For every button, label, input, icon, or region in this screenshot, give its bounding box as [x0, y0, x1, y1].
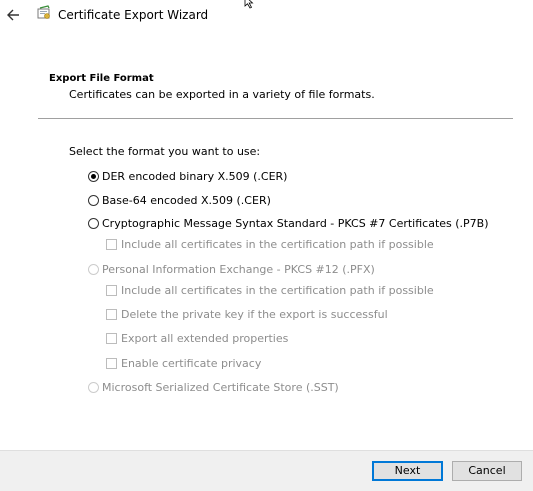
sst-format-radio	[88, 381, 99, 393]
certificate-privacy-checkbox	[106, 357, 117, 369]
sst-format-label: Microsoft Serialized Certificate Store (…	[102, 380, 339, 394]
wizard-footer: Next Cancel	[0, 450, 533, 491]
pkcs7-include-path-checkbox	[106, 238, 117, 250]
pfx-format-radio-row: Personal Information Exchange - PKCS #12…	[88, 261, 375, 277]
next-button[interactable]: Next	[372, 461, 443, 481]
pfx-include-path-checkbox	[106, 284, 117, 296]
pfx-format-radio	[88, 263, 99, 275]
certificate-privacy-checkbox-row: Enable certificate privacy	[106, 355, 261, 371]
export-extended-properties-checkbox	[106, 332, 117, 344]
base64-format-radio[interactable]	[88, 194, 99, 206]
pkcs7-include-path-checkbox-row: Include all certificates in the certific…	[106, 236, 434, 252]
der-format-label[interactable]: DER encoded binary X.509 (.CER)	[102, 170, 287, 183]
page-subtitle: Certificates can be exported in a variet…	[69, 88, 375, 101]
pfx-include-path-label: Include all certificates in the certific…	[121, 283, 434, 297]
back-arrow-icon[interactable]	[4, 6, 24, 24]
pfx-include-path-checkbox-row: Include all certificates in the certific…	[106, 282, 434, 298]
export-extended-properties-checkbox-row: Export all extended properties	[106, 330, 288, 346]
base64-format-radio-row[interactable]: Base-64 encoded X.509 (.CER)	[88, 192, 271, 208]
page-title: Export File Format	[49, 73, 154, 84]
der-format-radio[interactable]	[88, 170, 99, 182]
delete-private-key-label: Delete the private key if the export is …	[121, 307, 388, 321]
window-title: Certificate Export Wizard	[58, 8, 209, 22]
header-divider	[38, 118, 513, 119]
delete-private-key-checkbox	[106, 308, 117, 320]
export-extended-properties-label: Export all extended properties	[121, 331, 289, 345]
format-prompt: Select the format you want to use:	[69, 145, 261, 158]
mouse-pointer-icon	[243, 0, 257, 10]
pkcs7-format-radio[interactable]	[88, 217, 99, 229]
pfx-format-label: Personal Information Exchange - PKCS #12…	[102, 262, 375, 276]
title-bar: Certificate Export Wizard	[0, 0, 533, 30]
certificate-export-wizard-window: Certificate Export Wizard Export File Fo…	[0, 0, 533, 491]
cancel-button[interactable]: Cancel	[452, 461, 522, 481]
pkcs7-include-path-label: Include all certificates in the certific…	[121, 237, 434, 251]
pkcs7-format-label[interactable]: Cryptographic Message Syntax Standard - …	[102, 217, 489, 230]
sst-format-radio-row: Microsoft Serialized Certificate Store (…	[88, 379, 339, 395]
der-format-radio-row[interactable]: DER encoded binary X.509 (.CER)	[88, 168, 287, 184]
pkcs7-format-radio-row[interactable]: Cryptographic Message Syntax Standard - …	[88, 215, 489, 231]
certificate-privacy-label: Enable certificate privacy	[121, 356, 262, 370]
base64-format-label[interactable]: Base-64 encoded X.509 (.CER)	[102, 194, 271, 207]
delete-private-key-checkbox-row: Delete the private key if the export is …	[106, 306, 388, 322]
certificate-wizard-icon	[36, 5, 52, 21]
